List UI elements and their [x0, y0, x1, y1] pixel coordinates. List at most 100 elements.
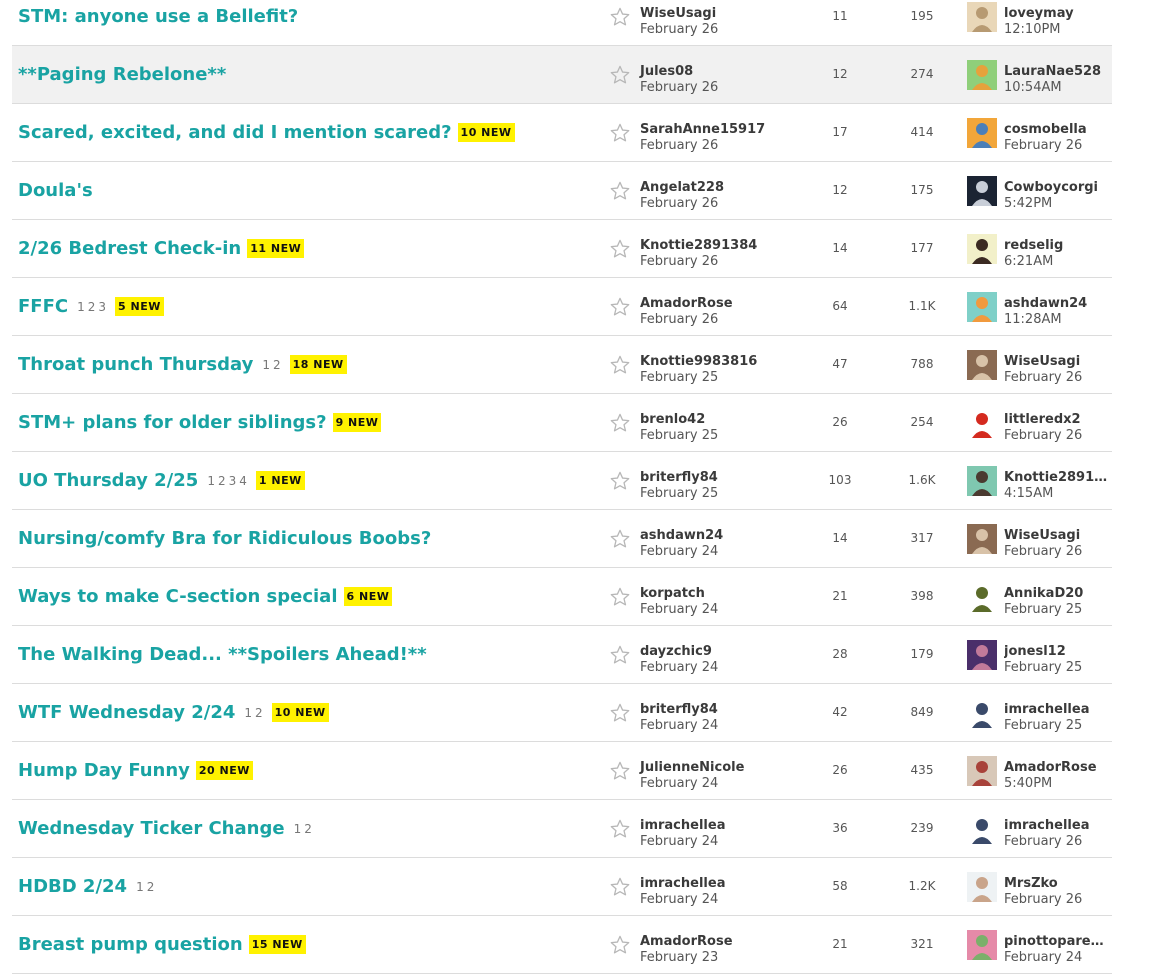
- last-post-user[interactable]: littleredx2: [1004, 412, 1112, 428]
- avatar[interactable]: [967, 756, 997, 786]
- avatar[interactable]: [967, 872, 997, 902]
- last-post-user[interactable]: imrachellea: [1004, 702, 1112, 718]
- author-name[interactable]: dayzchic9: [640, 644, 718, 660]
- avatar[interactable]: [967, 60, 997, 90]
- avatar[interactable]: [967, 466, 997, 496]
- star-outline-icon[interactable]: [609, 586, 631, 608]
- page-link[interactable]: 2: [255, 706, 263, 720]
- star-outline-icon[interactable]: [609, 934, 631, 956]
- avatar[interactable]: [967, 176, 997, 206]
- topic-title-link[interactable]: The Walking Dead... **Spoilers Ahead!**: [18, 644, 427, 665]
- author-name[interactable]: korpatch: [640, 586, 718, 602]
- last-post-user[interactable]: cosmobella: [1004, 122, 1112, 138]
- author-name[interactable]: Knottie9983816: [640, 354, 757, 370]
- author-name[interactable]: Jules08: [640, 64, 718, 80]
- star-outline-icon[interactable]: [609, 122, 631, 144]
- avatar[interactable]: [967, 814, 997, 844]
- last-post-user[interactable]: MrsZko: [1004, 876, 1112, 892]
- last-post-user[interactable]: loveymay: [1004, 6, 1112, 22]
- avatar[interactable]: [967, 408, 997, 438]
- topic-title-link[interactable]: STM: anyone use a Bellefit?: [18, 6, 298, 27]
- topic-title-link[interactable]: **Paging Rebelone**: [18, 64, 226, 85]
- last-post-user[interactable]: pinottoparen...: [1004, 934, 1112, 950]
- star-outline-icon[interactable]: [609, 644, 631, 666]
- author-name[interactable]: SarahAnne15917: [640, 122, 765, 138]
- star-outline-icon[interactable]: [609, 354, 631, 376]
- last-post-user[interactable]: LauraNae528: [1004, 64, 1112, 80]
- last-post-user[interactable]: AnnikaD20: [1004, 586, 1112, 602]
- avatar[interactable]: [967, 640, 997, 670]
- author-name[interactable]: Angelat228: [640, 180, 724, 196]
- page-link[interactable]: 2: [147, 880, 155, 894]
- topic-title-link[interactable]: Wednesday Ticker Change: [18, 818, 285, 839]
- topic-title-link[interactable]: Doula's: [18, 180, 93, 201]
- last-post-user[interactable]: redselig: [1004, 238, 1112, 254]
- author-name[interactable]: AmadorRose: [640, 296, 733, 312]
- last-post-user[interactable]: Knottie28913...: [1004, 470, 1112, 486]
- star-outline-icon[interactable]: [609, 412, 631, 434]
- author-name[interactable]: imrachellea: [640, 876, 725, 892]
- author-name[interactable]: JulienneNicole: [640, 760, 744, 776]
- avatar[interactable]: [967, 2, 997, 32]
- last-post-user[interactable]: jonesl12: [1004, 644, 1112, 660]
- avatar[interactable]: [967, 524, 997, 554]
- page-link[interactable]: 1: [244, 706, 252, 720]
- last-post-user[interactable]: AmadorRose: [1004, 760, 1112, 776]
- star-outline-icon[interactable]: [609, 238, 631, 260]
- author-name[interactable]: WiseUsagi: [640, 6, 718, 22]
- page-link[interactable]: 1: [77, 300, 85, 314]
- author-name[interactable]: briterfly84: [640, 702, 718, 718]
- star-outline-icon[interactable]: [609, 528, 631, 550]
- topic-row: Doula's Angelat228 February 26 12 175 Co…: [12, 162, 1112, 220]
- topic-title-link[interactable]: HDBD 2/24: [18, 876, 127, 897]
- topic-title-link[interactable]: WTF Wednesday 2/24: [18, 702, 235, 723]
- page-link[interactable]: 4: [239, 474, 247, 488]
- author-name[interactable]: ashdawn24: [640, 528, 723, 544]
- last-post-user[interactable]: ashdawn24: [1004, 296, 1112, 312]
- topic-title-link[interactable]: Throat punch Thursday: [18, 354, 253, 375]
- topic-title-link[interactable]: STM+ plans for older siblings?: [18, 412, 327, 433]
- star-outline-icon[interactable]: [609, 6, 631, 28]
- topic-title-link[interactable]: Nursing/comfy Bra for Ridiculous Boobs?: [18, 528, 431, 549]
- star-outline-icon[interactable]: [609, 702, 631, 724]
- topic-title-link[interactable]: UO Thursday 2/25: [18, 470, 198, 491]
- avatar[interactable]: [967, 234, 997, 264]
- star-outline-icon[interactable]: [609, 296, 631, 318]
- topic-title-link[interactable]: Scared, excited, and did I mention scare…: [18, 122, 452, 143]
- star-outline-icon[interactable]: [609, 470, 631, 492]
- page-link[interactable]: 1: [262, 358, 270, 372]
- page-link[interactable]: 1: [294, 822, 302, 836]
- avatar[interactable]: [967, 698, 997, 728]
- author-name[interactable]: Knottie2891384: [640, 238, 757, 254]
- page-link[interactable]: 2: [88, 300, 96, 314]
- author-name[interactable]: brenlo42: [640, 412, 718, 428]
- avatar[interactable]: [967, 930, 997, 960]
- last-post-user[interactable]: WiseUsagi: [1004, 528, 1112, 544]
- avatar[interactable]: [967, 292, 997, 322]
- star-outline-icon[interactable]: [609, 818, 631, 840]
- author-name[interactable]: AmadorRose: [640, 934, 733, 950]
- page-link[interactable]: 3: [98, 300, 106, 314]
- page-link[interactable]: 1: [207, 474, 215, 488]
- author-name[interactable]: imrachellea: [640, 818, 725, 834]
- topic-title-link[interactable]: Hump Day Funny: [18, 760, 190, 781]
- last-post-user[interactable]: WiseUsagi: [1004, 354, 1112, 370]
- page-link[interactable]: 2: [273, 358, 281, 372]
- page-link[interactable]: 3: [229, 474, 237, 488]
- avatar[interactable]: [967, 118, 997, 148]
- last-post-user[interactable]: imrachellea: [1004, 818, 1112, 834]
- star-outline-icon[interactable]: [609, 876, 631, 898]
- page-link[interactable]: 2: [218, 474, 226, 488]
- topic-title-link[interactable]: Ways to make C-section special: [18, 586, 338, 607]
- star-outline-icon[interactable]: [609, 180, 631, 202]
- topic-title-link[interactable]: FFFC: [18, 296, 68, 317]
- star-outline-icon[interactable]: [609, 64, 631, 86]
- last-post-user[interactable]: Cowboycorgi: [1004, 180, 1112, 196]
- star-outline-icon[interactable]: [609, 760, 631, 782]
- avatar[interactable]: [967, 350, 997, 380]
- topic-title-link[interactable]: 2/26 Bedrest Check-in: [18, 238, 241, 259]
- page-link[interactable]: 1: [136, 880, 144, 894]
- author-name[interactable]: briterfly84: [640, 470, 718, 486]
- avatar[interactable]: [967, 582, 997, 612]
- page-link[interactable]: 2: [304, 822, 312, 836]
